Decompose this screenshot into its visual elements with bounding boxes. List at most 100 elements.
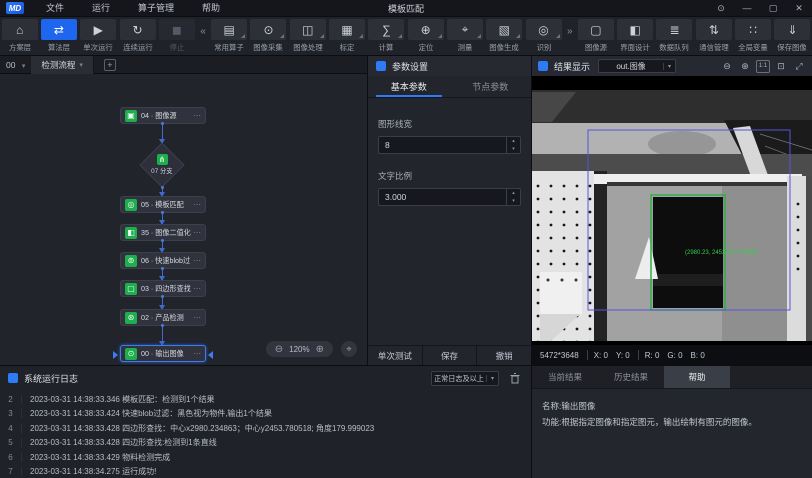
chevron-down-icon: ▾ <box>663 63 675 70</box>
ui-design-button[interactable]: ◧ 界面设计 <box>617 19 654 53</box>
trash-icon <box>510 373 520 384</box>
flow-editor-panel: 00 ▾ 检测流程 ▾ + ▣ 04 · 图像源 ⋯ <box>0 56 368 365</box>
spin-down-icon[interactable]: ▾ <box>507 197 520 205</box>
measurement-button[interactable]: ⌖ 测量 <box>446 19 483 53</box>
tab-node-params[interactable]: 节点参数 <box>450 76 532 97</box>
status-divider <box>587 350 588 360</box>
theme-icon[interactable]: ⊙ <box>708 0 734 17</box>
zoom-out-icon[interactable]: ⊖ <box>275 344 283 355</box>
node-more-icon[interactable]: ⋯ <box>193 200 201 209</box>
product-detect-node-icon: ⊛ <box>125 312 137 324</box>
scheme-layer-button[interactable]: ⌂ 方案层 <box>1 19 38 53</box>
image-source-button[interactable]: ▢ 图像源 <box>577 19 614 53</box>
fit-image-icon[interactable]: ⊡ <box>774 60 788 73</box>
spin-up-icon[interactable]: ▴ <box>507 189 520 197</box>
tab-basic-params[interactable]: 基本参数 <box>368 76 450 97</box>
log-row[interactable]: 7 2023-03-31 14:38:34.275 运行成功! <box>0 465 531 478</box>
stop-button[interactable]: ◼ 停止 <box>158 19 195 53</box>
zoom-in-icon[interactable]: ⊕ <box>316 344 324 355</box>
image-source-label: 图像源 <box>585 42 607 52</box>
zoom-in-icon[interactable]: ⊕ <box>738 60 752 73</box>
tab-current-result[interactable]: 当前结果 <box>532 366 598 388</box>
tab-help[interactable]: 帮助 <box>664 366 730 388</box>
log-row[interactable]: 3 2023-03-31 14:38:33.424 快速blob过滤：黑色视为物… <box>0 407 531 422</box>
node-branch[interactable]: ⋔ 07 分支 <box>139 142 185 188</box>
node-more-icon[interactable]: ⋯ <box>193 111 201 120</box>
log-row[interactable]: 4 2023-03-31 14:38:33.428 四边形查找：中心x2980.… <box>0 421 531 436</box>
node-label: 05 · 模板匹配 <box>141 199 190 209</box>
node-more-icon[interactable]: ⋯ <box>193 313 201 322</box>
text-scale-field[interactable]: 3.000 ▴ ▾ <box>378 188 521 206</box>
add-flow-button[interactable]: + <box>104 59 116 71</box>
menu-operator-manager[interactable]: 算子管理 <box>124 0 188 17</box>
undo-button[interactable]: 撤销 <box>476 346 531 365</box>
expand-right-icon[interactable]: » <box>563 21 576 42</box>
close-icon[interactable]: ✕ <box>786 0 812 17</box>
save-button[interactable]: 保存 <box>422 346 477 365</box>
spin-down-icon[interactable]: ▾ <box>507 145 520 153</box>
communication-manager-icon: ⇅ <box>696 19 732 40</box>
image-generation-button[interactable]: ▧ 图像生成 <box>486 19 523 53</box>
text-scale-value[interactable]: 3.000 <box>379 189 506 205</box>
minimize-icon[interactable]: — <box>734 0 760 17</box>
calibration-button[interactable]: ▦ 标定 <box>328 19 365 53</box>
result-view-tools: ⊖ ⊕ 1:1 ⊡ ⤢ <box>716 60 806 73</box>
node-more-icon[interactable]: ⋯ <box>193 349 201 358</box>
log-row[interactable]: 6 2023-03-31 14:38:33.429 物料检测完成 <box>0 450 531 465</box>
log-panel-icon <box>8 373 18 383</box>
node-label: 07 分支 <box>151 167 172 176</box>
calculation-button[interactable]: ∑ 计算 <box>368 19 405 53</box>
flow-connector <box>162 326 163 345</box>
zoom-out-icon[interactable]: ⊖ <box>720 60 734 73</box>
recognition-button[interactable]: ◎ 识别 <box>525 19 562 53</box>
result-source-select[interactable]: out.图像 ▾ <box>598 59 676 73</box>
result-image-view[interactable]: (2980.23, 2453.78, 179.99) <box>532 76 812 345</box>
flow-tab-detection-process[interactable]: 检测流程 ▾ <box>31 56 94 74</box>
text-scale-stepper[interactable]: ▴ ▾ <box>506 189 520 205</box>
node-output-image[interactable]: ⊙ 00 · 输出图像 ⋯ <box>120 345 206 362</box>
flow-index-dropdown[interactable]: 00 ▾ <box>0 60 31 70</box>
log-row[interactable]: 2 2023-03-31 14:38:33.346 模板匹配：检测到1个结果 <box>0 392 531 407</box>
spin-up-icon[interactable]: ▴ <box>507 137 520 145</box>
log-list[interactable]: 2 2023-03-31 14:38:33.346 模板匹配：检测到1个结果 3… <box>0 392 531 478</box>
communication-manager-button[interactable]: ⇅ 通信管理 <box>695 19 732 53</box>
line-width-value[interactable]: 8 <box>379 137 506 153</box>
node-more-icon[interactable]: ⋯ <box>193 284 201 293</box>
result-panel: 结果显示 out.图像 ▾ ⊖ ⊕ 1:1 ⊡ ⤢ <box>532 56 812 365</box>
actual-size-icon[interactable]: 1:1 <box>756 60 770 73</box>
ui-design-icon: ◧ <box>617 19 653 40</box>
flow-connector <box>162 124 163 143</box>
parameter-actions: 单次测试 保存 撤销 <box>368 345 531 365</box>
maximize-icon[interactable]: ▢ <box>760 0 786 17</box>
scheme-layer-icon: ⌂ <box>2 19 38 40</box>
parameter-tabs: 基本参数 节点参数 <box>368 76 531 98</box>
line-width-field[interactable]: 8 ▴ ▾ <box>378 136 521 154</box>
clear-log-button[interactable] <box>507 371 523 386</box>
menu-help[interactable]: 帮助 <box>188 0 234 17</box>
data-queue-button[interactable]: ≣ 数据队列 <box>656 19 693 53</box>
image-generation-label: 图像生成 <box>490 42 519 52</box>
menu-file[interactable]: 文件 <box>32 0 78 17</box>
collapse-left-icon[interactable]: « <box>196 21 209 42</box>
algorithm-layer-button[interactable]: ⇄ 算法层 <box>40 19 77 53</box>
common-operators-button[interactable]: ▤ 常用算子 <box>211 19 248 53</box>
run-continuous-button[interactable]: ↻ 连续运行 <box>119 19 156 53</box>
line-width-stepper[interactable]: ▴ ▾ <box>506 137 520 153</box>
node-more-icon[interactable]: ⋯ <box>193 256 201 265</box>
run-once-button[interactable]: ▶ 单次运行 <box>80 19 117 53</box>
positioning-button[interactable]: ⊕ 定位 <box>407 19 444 53</box>
flow-canvas[interactable]: ▣ 04 · 图像源 ⋯ ⋔ 07 分支 ◎ 05 · 模板匹配 ⋯ <box>0 74 367 365</box>
log-row[interactable]: 5 2023-03-31 14:38:33.428 四边形查找:检测到1条直线 <box>0 436 531 451</box>
global-variables-button[interactable]: ∷ 全局变量 <box>734 19 771 53</box>
fullscreen-icon[interactable]: ⤢ <box>792 60 806 73</box>
tab-history-result[interactable]: 历史结果 <box>598 366 664 388</box>
log-level-select[interactable]: 正常日志及以上 ▾ <box>431 371 499 386</box>
save-image-button[interactable]: ⇓ 保存图像 <box>774 19 811 53</box>
image-generation-icon: ▧ <box>486 19 522 40</box>
menu-run[interactable]: 运行 <box>78 0 124 17</box>
node-more-icon[interactable]: ⋯ <box>193 228 201 237</box>
image-processing-button[interactable]: ◫ 图像处理 <box>289 19 326 53</box>
single-test-button[interactable]: 单次测试 <box>368 346 422 365</box>
image-acquisition-button[interactable]: ⊙ 图像采集 <box>250 19 287 53</box>
fit-view-icon[interactable]: ⌖ <box>341 341 357 357</box>
